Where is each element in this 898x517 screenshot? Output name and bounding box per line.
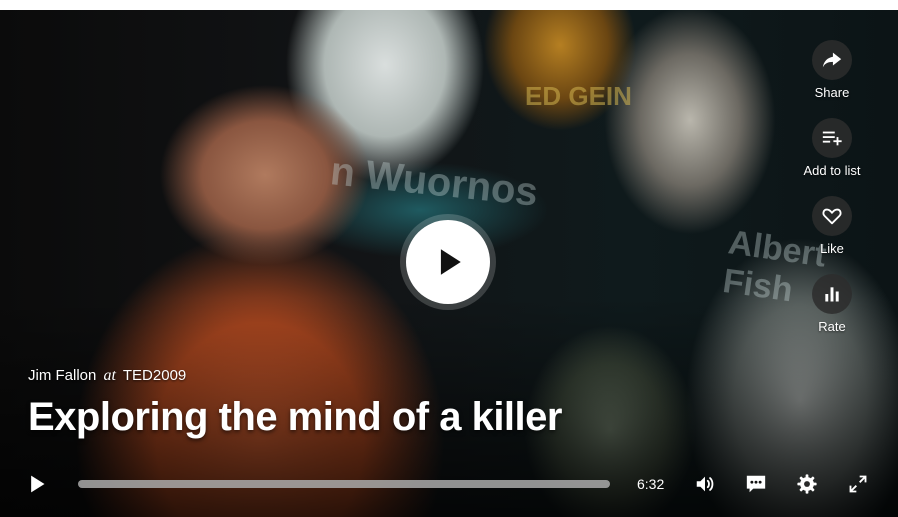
add-to-list-label: Add to list	[803, 163, 861, 178]
control-bar: 6:32	[0, 465, 898, 505]
video-player[interactable]: ED GEIN n Wuornos Albert Fish Share Add …	[0, 10, 898, 517]
captions-button[interactable]	[743, 471, 769, 497]
share-label: Share	[814, 85, 850, 100]
like-label: Like	[820, 241, 844, 256]
duration: 6:32	[637, 476, 665, 492]
settings-button[interactable]	[794, 471, 820, 497]
speaker-name: Jim Fallon	[28, 367, 97, 384]
event-name: TED2009	[122, 367, 187, 384]
add-to-list-button[interactable]: Add to list	[803, 118, 861, 178]
rate-label: Rate	[818, 319, 846, 334]
progress-bar[interactable]	[78, 480, 610, 488]
big-play-button[interactable]	[406, 220, 490, 304]
play-icon	[440, 249, 461, 275]
at-word: at	[103, 367, 116, 384]
playlist-add-icon	[812, 118, 852, 158]
play-icon	[31, 475, 45, 493]
play-button[interactable]	[24, 471, 50, 497]
settings-icon	[797, 474, 817, 494]
share-button[interactable]: Share	[812, 40, 852, 100]
talk-meta: Jim Fallon at TED2009	[28, 367, 186, 385]
background-sign-text: ED GEIN	[525, 81, 632, 111]
like-button[interactable]: Like	[812, 196, 852, 256]
side-action-bar: Share Add to list Like Rate	[800, 40, 864, 352]
volume-button[interactable]	[692, 471, 718, 497]
talk-title: Exploring the mind of a killer	[28, 395, 562, 439]
share-arrow-icon	[812, 40, 852, 80]
rate-button[interactable]: Rate	[812, 274, 852, 334]
fullscreen-button[interactable]	[845, 471, 871, 497]
volume-icon	[696, 476, 714, 492]
bar-chart-icon	[812, 274, 852, 314]
heart-icon	[812, 196, 852, 236]
captions-icon	[746, 475, 766, 493]
fullscreen-icon	[849, 475, 867, 493]
background-name-text: n Wuornos	[328, 149, 540, 215]
